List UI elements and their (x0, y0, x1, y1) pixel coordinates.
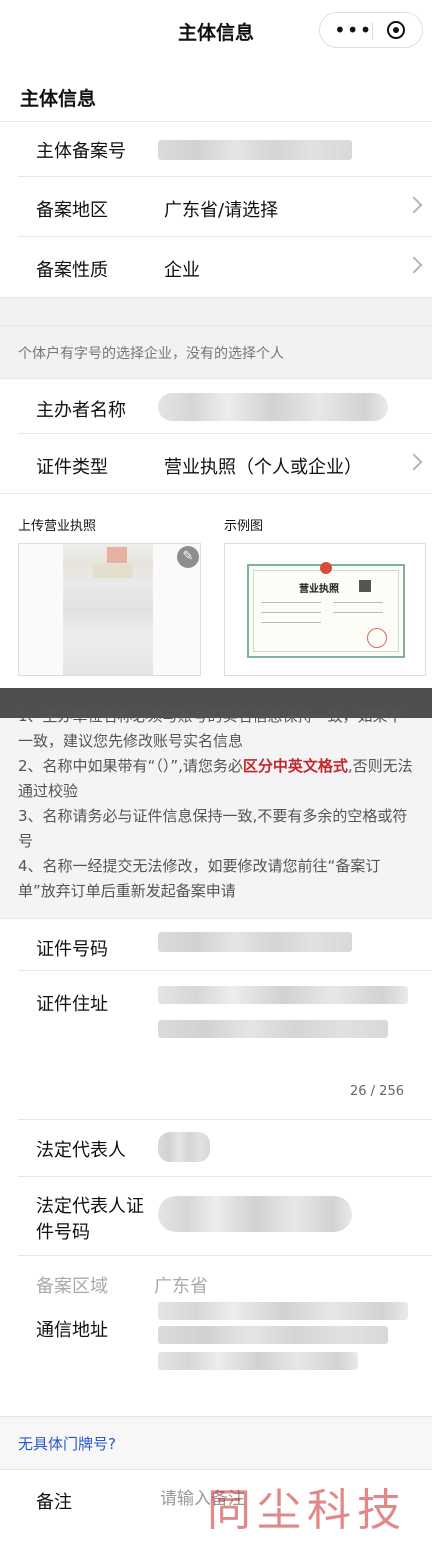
cert-address-line-blurred[interactable] (158, 986, 408, 1004)
watermark: 同尘科技 (207, 1485, 407, 1536)
section-title: 主体信息 (20, 88, 97, 110)
record-no-value-blurred (158, 140, 352, 160)
license-line (333, 602, 383, 603)
cert-type-value[interactable]: 营业执照（个人或企业） (164, 453, 362, 479)
legal-rep-label: 法定代表人 (36, 1140, 126, 1161)
notice-line-3: 3、名称请务必与证件信息保持一致,不要有多余的空格或符号 (18, 807, 408, 850)
upload-license-title: 上传营业执照 (18, 519, 97, 534)
legal-rep-input-blurred[interactable] (158, 1132, 210, 1162)
mosaic-block (107, 547, 127, 563)
mini-program-capsule[interactable]: ••• (319, 12, 423, 48)
notice-highlight: 区分中英文格式 (242, 757, 348, 775)
divider (0, 378, 432, 379)
legal-rep-id-label-line2: 件号码 (36, 1222, 90, 1243)
qr-code-icon (359, 580, 371, 592)
no-house-number-link[interactable]: 无具体门牌号? (18, 1433, 116, 1454)
sponsor-name-input-blurred[interactable] (158, 393, 388, 421)
divider (0, 325, 432, 326)
divider (0, 918, 432, 919)
notice-line-4: 4、名称一经提交无法修改，如要修改请您前往“备案订单”放弃订单后重新发起备案申请 (18, 857, 381, 900)
license-line (261, 612, 321, 613)
mail-address-label: 通信地址 (36, 1320, 108, 1341)
region-value[interactable]: 广东省/请选择 (164, 196, 278, 222)
cert-type-label: 证件类型 (36, 457, 108, 478)
mail-address-line-blurred[interactable] (158, 1302, 408, 1320)
national-emblem-icon (320, 562, 332, 574)
more-dots-icon[interactable]: ••• (334, 20, 372, 40)
nature-label: 备案性质 (36, 260, 108, 281)
gray-spacer (0, 298, 432, 378)
red-stamp-icon (367, 628, 387, 648)
uploaded-license-image[interactable]: ✎ (18, 543, 201, 676)
legal-rep-id-input-blurred[interactable] (158, 1196, 352, 1232)
mail-address-line-blurred[interactable] (158, 1352, 358, 1370)
pencil-edit-icon[interactable]: ✎ (177, 546, 199, 568)
record-area-label: 备案区域 (36, 1276, 108, 1297)
nature-value[interactable]: 企业 (164, 256, 200, 282)
notice-text: 1、主办单位名称必须与账号的实名信息保持一致，如果不一致，建议您先修改账号实名信… (18, 704, 414, 904)
license-illustration: 营业执照 (247, 562, 405, 658)
mosaic-block (93, 564, 133, 578)
sponsor-name-label: 主办者名称 (36, 400, 126, 421)
cert-address-label: 证件住址 (36, 994, 108, 1015)
sample-license-image[interactable]: 营业执照 (224, 543, 426, 676)
divider (0, 1469, 432, 1470)
license-line (333, 612, 383, 613)
divider (0, 493, 432, 494)
sample-image-title: 示例图 (224, 519, 264, 534)
cert-address-line-blurred[interactable] (158, 1020, 388, 1038)
remark-label: 备注 (36, 1492, 72, 1513)
notice-line-2: 2、名称中如果带有“（）”,请您务必区分中英文格式,否则无法通过校验 (18, 757, 413, 800)
license-line (261, 602, 321, 603)
target-circle-icon[interactable] (387, 21, 405, 39)
char-counter: 26 / 256 (350, 1084, 404, 1099)
blurred-image (63, 544, 153, 675)
license-illustration-title: 营业执照 (299, 584, 339, 595)
mail-address-line-blurred[interactable] (158, 1326, 388, 1344)
record-no-label: 主体备案号 (36, 141, 126, 162)
type-hint-text: 个体户有字号的选择企业，没有的选择个人 (18, 346, 284, 362)
divider (18, 1255, 432, 1256)
divider (18, 970, 432, 971)
capsule-divider (372, 22, 373, 40)
notice-line-1: 1、主办单位名称必须与账号的实名信息保持一致，如果不一致，建议您先修改账号实名信… (18, 707, 403, 750)
divider (0, 121, 432, 122)
region-label: 备案地区 (36, 200, 108, 221)
divider (18, 1119, 432, 1120)
divider (18, 1176, 432, 1177)
cert-no-label: 证件号码 (36, 939, 108, 960)
license-line (261, 622, 321, 623)
cert-no-input-blurred[interactable] (158, 932, 352, 952)
legal-rep-id-label-line1: 法定代表人证 (36, 1196, 144, 1217)
record-area-value: 广东省 (154, 1276, 208, 1297)
